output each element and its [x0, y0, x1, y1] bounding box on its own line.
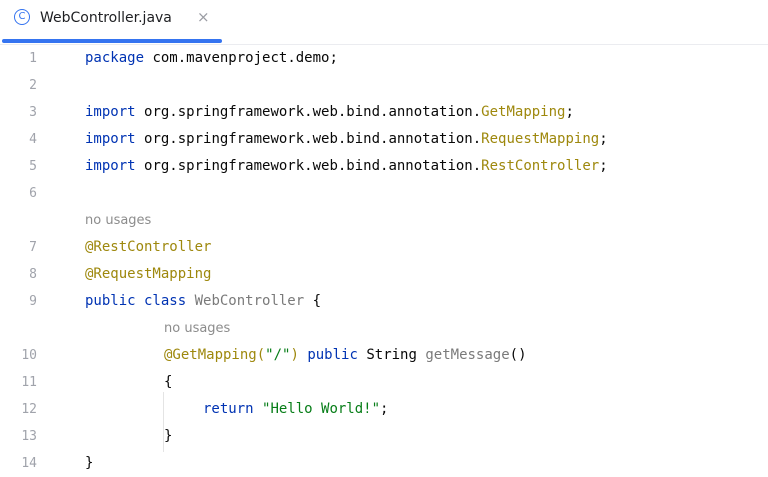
import-keyword: import [85, 131, 136, 147]
code-line: 7 @RestController [0, 234, 768, 261]
code-text: import org.springframework.web.bind.anno… [85, 126, 608, 153]
code-line: 10 @GetMapping("/") public String getMes… [0, 342, 768, 369]
annotation-text: @RequestMapping [85, 266, 212, 282]
line-number: 3 [29, 105, 37, 120]
code-line: 3 import org.springframework.web.bind.an… [0, 99, 768, 126]
line-number: 6 [29, 186, 37, 201]
import-keyword: import [85, 104, 136, 120]
semicolon: ; [599, 131, 608, 147]
code-text: return "Hello World!"; [203, 396, 388, 423]
open-brace: { [164, 374, 173, 390]
line-number: 12 [21, 402, 37, 417]
code-text: import org.springframework.web.bind.anno… [85, 99, 574, 126]
method-name: getMessage [425, 347, 510, 363]
line-number: 11 [21, 375, 37, 390]
code-text: @GetMapping("/") public String getMessag… [164, 342, 527, 369]
code-text: public class WebController { [85, 288, 321, 315]
annotation-text: @RestController [85, 239, 212, 255]
code-line: 6 [0, 180, 768, 207]
import-path: org.springframework.web.bind.annotation. [144, 131, 482, 147]
code-line: 12 return "Hello World!"; [0, 396, 768, 423]
string-literal: "/" [265, 347, 291, 363]
class-name: WebController [194, 293, 305, 309]
no-usages-hint[interactable]: no usages [164, 315, 230, 342]
semicolon: ; [599, 158, 608, 174]
line-number: 7 [29, 240, 37, 255]
semicolon: ; [565, 104, 574, 120]
code-line: 11 { [0, 369, 768, 396]
line-number: 4 [29, 132, 37, 147]
tab-title: WebController.java [40, 10, 172, 26]
close-icon[interactable]: × [197, 8, 210, 26]
import-path: org.springframework.web.bind.annotation. [144, 104, 482, 120]
code-line: 5 import org.springframework.web.bind.an… [0, 153, 768, 180]
parens: () [509, 347, 527, 363]
line-number: 13 [21, 429, 37, 444]
package-keyword: package [85, 50, 145, 66]
annotation-text: @GetMapping( [164, 347, 266, 363]
class-keywords: public class [85, 293, 187, 309]
indent-guide [163, 392, 164, 452]
string-literal: "Hello World!" [262, 401, 381, 417]
import-class: RequestMapping [481, 131, 600, 147]
public-keyword: public [307, 347, 358, 363]
line-number: 1 [29, 51, 37, 66]
package-name: com.mavenproject.demo; [152, 50, 338, 66]
code-line: 13 } [0, 423, 768, 450]
code-line: 8 @RequestMapping [0, 261, 768, 288]
code-text: package com.mavenproject.demo; [85, 45, 338, 72]
return-keyword: return [203, 401, 254, 417]
no-usages-hint[interactable]: no usages [85, 207, 151, 234]
code-line: 2 [0, 72, 768, 99]
line-number: 2 [29, 78, 37, 93]
line-number: 8 [29, 267, 37, 282]
close-brace: } [164, 428, 173, 444]
semicolon: ; [380, 401, 389, 417]
tab-webcontroller-java[interactable]: C WebController.java × [0, 0, 222, 44]
return-type: String [366, 347, 417, 363]
import-path: org.springframework.web.bind.annotation. [144, 158, 482, 174]
line-number: 10 [21, 348, 37, 363]
code-line: 4 import org.springframework.web.bind.an… [0, 126, 768, 153]
open-brace: { [312, 293, 322, 309]
line-number: 5 [29, 159, 37, 174]
code-text: import org.springframework.web.bind.anno… [85, 153, 608, 180]
import-keyword: import [85, 158, 136, 174]
code-editor[interactable]: 1 package com.mavenproject.demo; 2 3 imp… [0, 44, 768, 473]
java-class-icon: C [14, 9, 30, 25]
active-tab-indicator [2, 39, 222, 43]
code-line: 1 package com.mavenproject.demo; [0, 45, 768, 72]
close-paren: ) [290, 347, 299, 363]
line-number: 9 [29, 294, 37, 309]
import-class: RestController [481, 158, 600, 174]
import-class: GetMapping [481, 104, 566, 120]
inlay-hint-line: no usages [0, 315, 768, 342]
editor-tab-bar: C WebController.java × [0, 0, 768, 45]
code-line: 9 public class WebController { [0, 288, 768, 315]
inlay-hint-line: no usages [0, 207, 768, 234]
